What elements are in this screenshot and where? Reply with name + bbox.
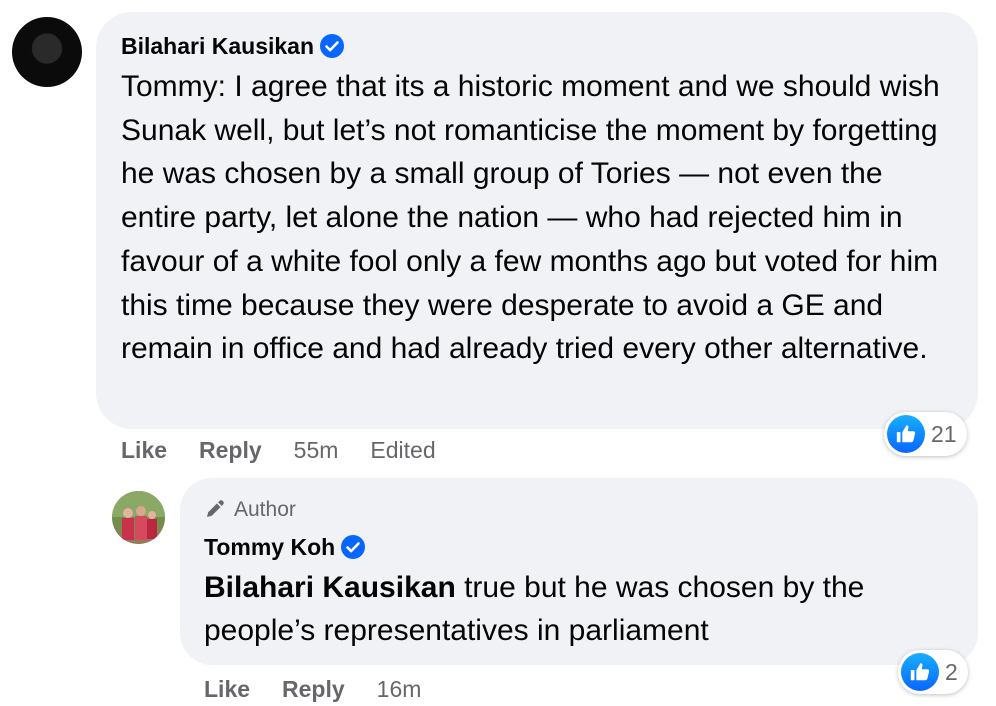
reply-timestamp[interactable]: 16m: [377, 676, 422, 702]
like-button[interactable]: Like: [121, 437, 167, 463]
edited-label[interactable]: Edited: [370, 437, 435, 463]
reply-author-avatar[interactable]: [112, 491, 165, 544]
reaction-count-badge[interactable]: 2: [898, 650, 968, 694]
comment-text: Tommy: I agree that its a historic momen…: [121, 70, 940, 366]
verified-badge-icon: [341, 535, 366, 559]
reaction-count: 2: [945, 658, 958, 685]
reaction-count: 21: [931, 420, 957, 447]
like-button[interactable]: Like: [204, 676, 250, 702]
comment-timestamp[interactable]: 55m: [294, 437, 339, 463]
thumbs-up-icon: [901, 653, 939, 691]
reply-author[interactable]: Tommy Koh: [204, 534, 366, 561]
verified-badge-icon: [320, 34, 345, 58]
author-badge-label: Author: [234, 498, 296, 521]
reply-button[interactable]: Reply: [199, 437, 262, 463]
comment-author[interactable]: Bilahari Kausikan: [121, 33, 345, 60]
comment-actions: Like Reply 55m Edited: [121, 437, 468, 464]
author-badge: Author: [204, 496, 296, 522]
pen-icon: [207, 500, 224, 517]
comment-author-name[interactable]: Bilahari Kausikan: [121, 33, 314, 59]
reply-text: Bilahari Kausikan true but he was chosen…: [204, 566, 964, 652]
mention-link[interactable]: Bilahari Kausikan: [204, 571, 456, 604]
reply-actions: Like Reply 16m: [204, 676, 453, 703]
commenter-avatar[interactable]: [12, 17, 82, 87]
reply-button[interactable]: Reply: [282, 676, 345, 702]
reply-author-name[interactable]: Tommy Koh: [204, 534, 335, 560]
thumbs-up-icon: [887, 415, 925, 453]
reaction-count-badge[interactable]: 21: [884, 412, 967, 456]
family-photo-icon: [112, 491, 165, 540]
